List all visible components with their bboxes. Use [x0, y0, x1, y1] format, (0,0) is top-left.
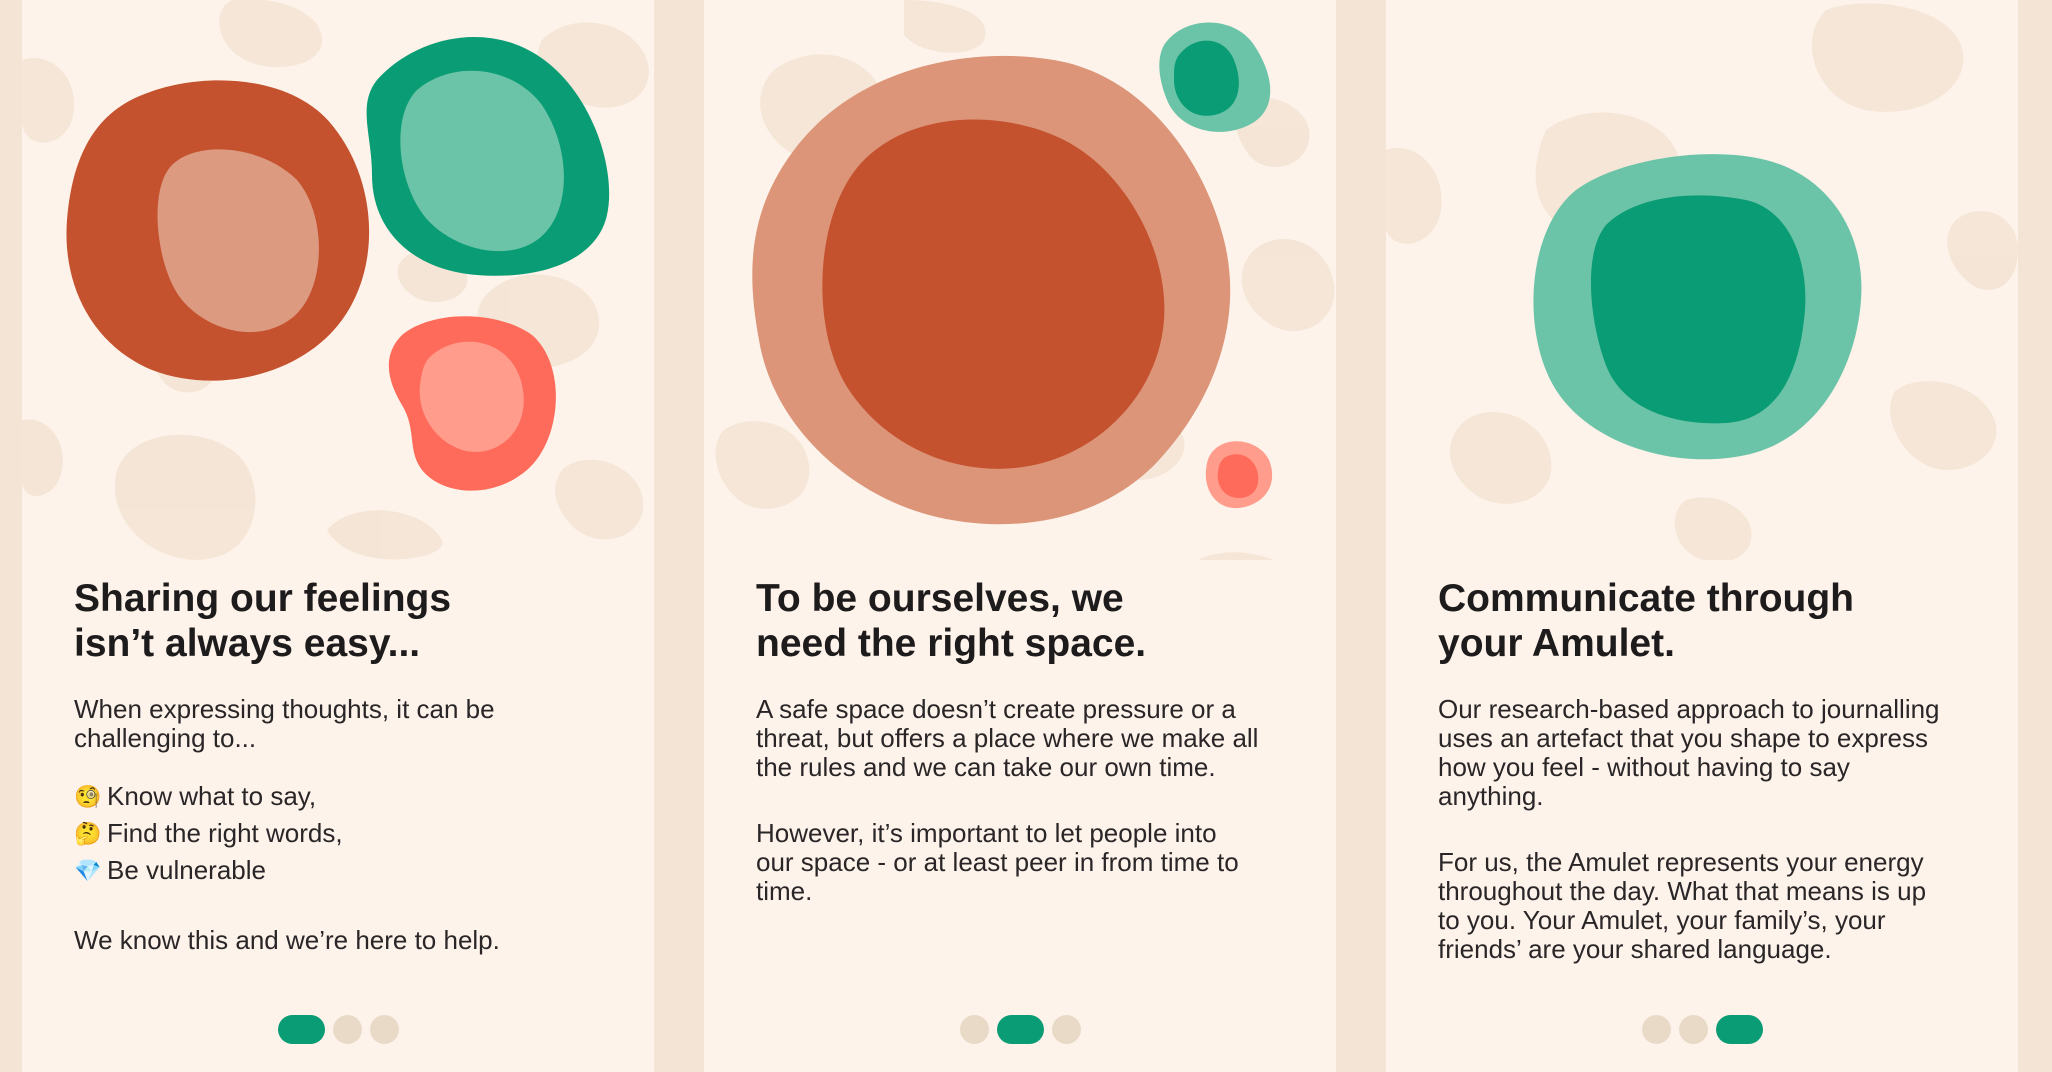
slide-title: Sharing our feelings isn’t always easy..…: [74, 576, 451, 666]
slide-body: A safe space doesn’t create pressure or …: [756, 695, 1316, 906]
page-dot-2[interactable]: [332, 1015, 362, 1044]
list-item: 🤔 Find the right words,: [74, 815, 634, 852]
body-line: the rules and we can take our own time.: [756, 752, 1216, 782]
body-line: challenging to...: [74, 723, 257, 753]
title-line: isn’t always easy...: [74, 622, 421, 665]
onboarding-slide-2: To be ourselves, we need the right space…: [704, 0, 1336, 1072]
title-line: Communicate through: [1438, 577, 1854, 620]
page-dot-2[interactable]: [996, 1015, 1044, 1044]
body-line: anything.: [1438, 781, 1544, 811]
list-item-label: Find the right words,: [107, 818, 343, 848]
thinking-face-icon: 🧐: [74, 784, 102, 809]
page-dot-3[interactable]: [1051, 1015, 1081, 1044]
pagination-dots: [704, 1015, 1336, 1044]
title-line: Sharing our feelings: [74, 577, 452, 620]
amulet-illustration: [1386, 3, 2018, 560]
list-item-label: Be vulnerable: [107, 855, 266, 885]
page-dot-2[interactable]: [1678, 1015, 1708, 1044]
list-item: 🧐 Know what to say,: [74, 778, 634, 815]
body-line: to you. Your Amulet, your family’s, your: [1438, 905, 1886, 935]
slide-body: Our research-based approach to journalli…: [1438, 695, 1998, 964]
gem-icon: 💎: [74, 858, 102, 883]
body-line: throughout the day. What that means is u…: [1438, 876, 1927, 906]
onboarding-slide-1: Sharing our feelings isn’t always easy..…: [22, 0, 654, 1072]
amulet-illustration: [715, 0, 1335, 560]
page-dot-1[interactable]: [277, 1015, 325, 1044]
slide-body: When expressing thoughts, it can be chal…: [74, 695, 634, 955]
page-dot-3[interactable]: [369, 1015, 399, 1044]
body-line: our space - or at least peer in from tim…: [756, 847, 1239, 877]
body-line: threat, but offers a place where we make…: [756, 723, 1259, 753]
title-line: your Amulet.: [1438, 622, 1675, 665]
list-item: 💎 Be vulnerable: [74, 852, 634, 889]
body-line: time.: [756, 876, 813, 906]
page-dot-1[interactable]: [1641, 1015, 1671, 1044]
page-dot-3[interactable]: [1715, 1015, 1763, 1044]
shushing-face-icon: 🤔: [74, 821, 102, 846]
body-line: For us, the Amulet represents your energ…: [1438, 847, 1924, 877]
slide-title: Communicate through your Amulet.: [1438, 576, 1854, 666]
slide-title: To be ourselves, we need the right space…: [756, 576, 1146, 666]
body-line: how you feel - without having to say: [1438, 752, 1850, 782]
amulet-illustration: [22, 0, 649, 560]
list-item-label: Know what to say,: [107, 781, 317, 811]
body-line: Our research-based approach to journalli…: [1438, 694, 1940, 724]
title-line: need the right space.: [756, 622, 1147, 665]
body-line: However, it’s important to let people in…: [756, 818, 1217, 848]
closing-text: We know this and we’re here to help.: [74, 925, 500, 955]
pagination-dots: [22, 1015, 654, 1044]
pagination-dots: [1386, 1015, 2018, 1044]
title-line: To be ourselves, we: [756, 577, 1124, 620]
page-dot-1[interactable]: [959, 1015, 989, 1044]
onboarding-slide-3: Communicate through your Amulet. Our res…: [1386, 0, 2018, 1072]
body-line: A safe space doesn’t create pressure or …: [756, 694, 1236, 724]
body-line: friends’ are your shared language.: [1438, 934, 1832, 964]
body-line: When expressing thoughts, it can be: [74, 694, 495, 724]
body-line: uses an artefact that you shape to expre…: [1438, 723, 1928, 753]
